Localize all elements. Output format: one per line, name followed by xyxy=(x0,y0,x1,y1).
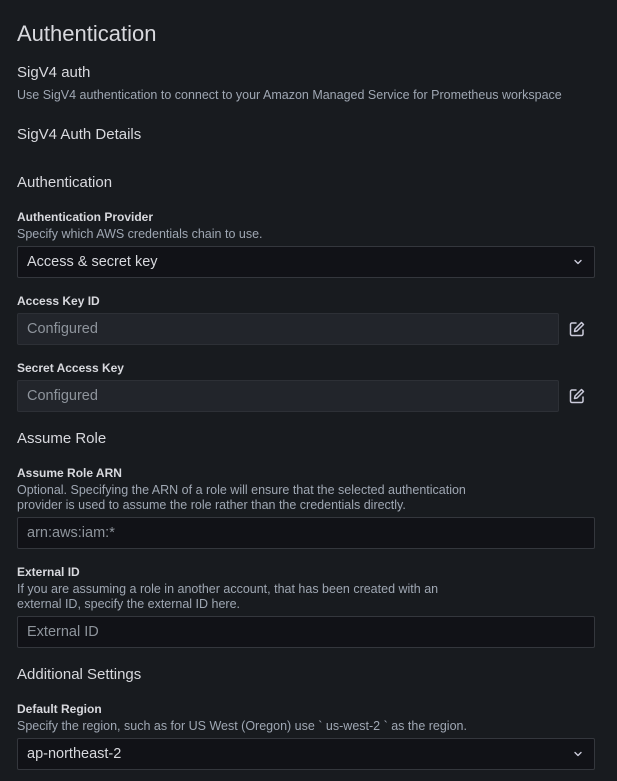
role-arn-description-line2: provider is used to assume the role rath… xyxy=(17,498,406,512)
provider-label: Authentication Provider xyxy=(17,210,154,224)
datasource-settings-page: Authentication SigV4 auth Use SigV4 auth… xyxy=(0,0,617,781)
page-title: Authentication xyxy=(17,21,157,46)
external-id-description-line2: external ID, specify the external ID her… xyxy=(17,597,241,611)
secret-key-label: Secret Access Key xyxy=(17,361,124,375)
provider-selected-value: Access & secret key xyxy=(27,254,158,270)
chevron-down-icon xyxy=(574,751,582,757)
sigv4-details-title: SigV4 Auth Details xyxy=(17,126,142,143)
secret-key-edit-icon[interactable] xyxy=(568,387,586,405)
external-id-label: External ID xyxy=(17,565,80,579)
sigv4-title: SigV4 auth xyxy=(17,64,91,81)
external-id-placeholder: External ID xyxy=(27,624,99,640)
role-arn-label: Assume Role ARN xyxy=(17,466,122,480)
role-arn-placeholder: arn:aws:iam:* xyxy=(27,525,115,541)
access-key-field: Configured xyxy=(17,313,559,345)
external-id-description-line1: If you are assuming a role in another ac… xyxy=(17,582,439,596)
default-region-select[interactable]: ap-northeast-2 xyxy=(17,738,595,770)
access-key-label: Access Key ID xyxy=(17,294,100,308)
external-id-input[interactable]: External ID xyxy=(17,616,595,648)
access-key-edit-icon[interactable] xyxy=(568,320,586,338)
assume-role-arn-input[interactable]: arn:aws:iam:* xyxy=(17,517,595,549)
authentication-provider-select[interactable]: Access & secret key xyxy=(17,246,595,278)
region-selected-value: ap-northeast-2 xyxy=(27,746,122,762)
sigv4-description: Use SigV4 authentication to connect to y… xyxy=(17,88,562,102)
additional-settings-section-title: Additional Settings xyxy=(17,666,142,683)
assume-role-section-title: Assume Role xyxy=(17,430,107,447)
default-region-label: Default Region xyxy=(17,702,102,716)
secret-key-field: Configured xyxy=(17,380,559,412)
access-key-value: Configured xyxy=(27,321,98,337)
default-region-description: Specify the region, such as for US West … xyxy=(17,719,467,733)
secret-key-value: Configured xyxy=(27,388,98,404)
provider-description: Specify which AWS credentials chain to u… xyxy=(17,227,263,241)
authentication-section-title: Authentication xyxy=(17,174,113,191)
chevron-down-icon xyxy=(574,259,582,265)
role-arn-description-line1: Optional. Specifying the ARN of a role w… xyxy=(17,483,466,497)
